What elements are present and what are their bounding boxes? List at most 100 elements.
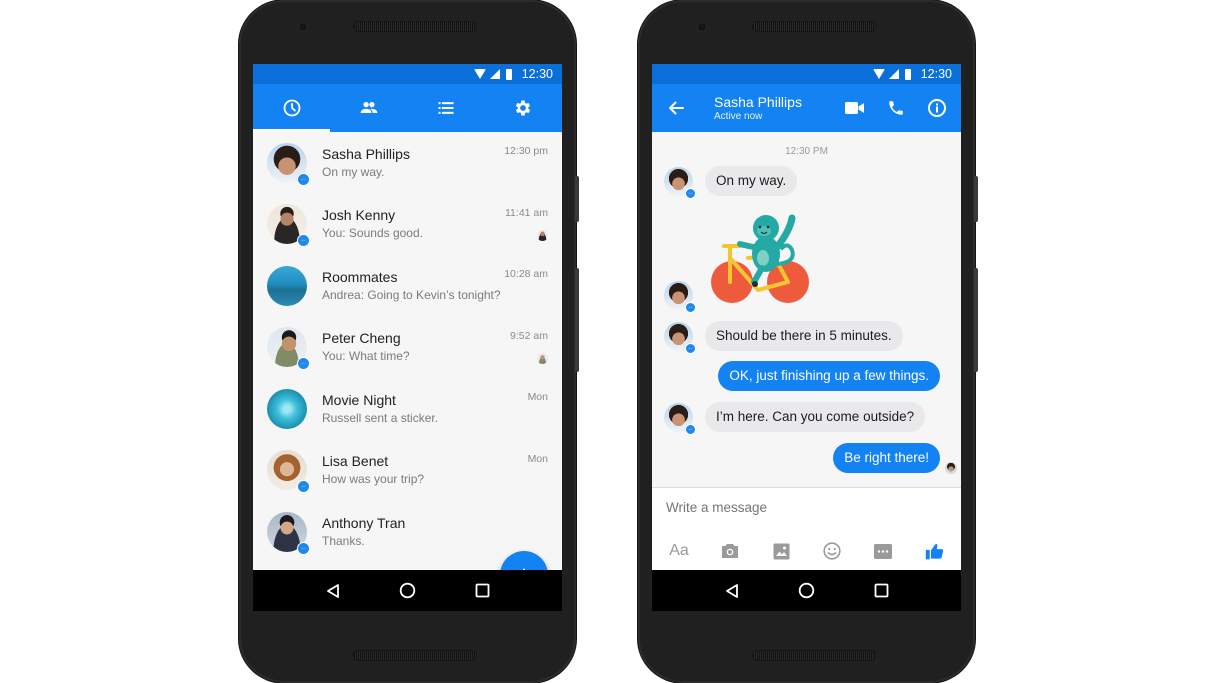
conversation-preview: You: What time?	[322, 349, 410, 364]
status-bar: 12:30	[253, 64, 562, 84]
nav-back-button[interactable]	[722, 581, 742, 601]
conversation-preview: Andrea: Going to Kevin’s tonight?	[322, 287, 501, 302]
seen-avatar	[537, 352, 548, 364]
battery-icon	[904, 68, 911, 80]
avatar	[267, 511, 310, 555]
status-time: 12:30	[920, 67, 952, 81]
voice-call-button[interactable]	[875, 84, 916, 132]
tab-people[interactable]	[330, 84, 407, 132]
video-call-button[interactable]	[834, 84, 875, 132]
sticker-monkey-bicycle[interactable]	[708, 208, 818, 308]
conversation-row[interactable]: Peter Cheng You: What time? 9:52 am	[253, 317, 562, 379]
conversation-row[interactable]: Roommates Andrea: Going to Kevin’s tonig…	[253, 255, 562, 317]
recents-square-icon	[475, 583, 490, 598]
chat-header: Sasha Phillips Active now	[652, 84, 961, 132]
message-input[interactable]	[666, 500, 936, 515]
tab-recent[interactable]	[253, 84, 331, 132]
tab-settings[interactable]	[485, 84, 562, 132]
thumbs-up-icon	[925, 543, 943, 559]
emoji-icon	[823, 542, 841, 560]
phone-icon	[888, 101, 903, 115]
bottom-speaker	[753, 651, 875, 660]
sender-avatar	[664, 403, 696, 435]
message-bubble-incoming[interactable]: Should be there in 5 minutes.	[705, 321, 903, 351]
power-button	[575, 176, 579, 222]
gear-icon	[516, 100, 531, 116]
text-format-button[interactable]: Aa	[666, 538, 692, 564]
more-button[interactable]	[870, 538, 896, 564]
list-icon	[438, 102, 454, 114]
signal-icon	[888, 69, 899, 79]
messenger-badge-icon	[685, 343, 696, 354]
conversation-name: Anthony Tran	[322, 514, 406, 531]
conversation-row[interactable]: Sasha Phillips On my way. 12:30 pm	[253, 132, 562, 194]
message-composer: Aa	[652, 487, 961, 570]
camera-button[interactable]	[717, 538, 743, 564]
messenger-badge-icon	[685, 424, 696, 435]
conversation-row[interactable]: Lisa Benet How was your trip? Mon	[253, 440, 562, 502]
back-button[interactable]	[652, 84, 700, 132]
message-bubble-incoming[interactable]: I’m here. Can you come outside?	[705, 402, 926, 432]
avatar	[267, 388, 307, 429]
wifi-icon	[872, 69, 885, 79]
avatar	[267, 327, 310, 371]
messenger-badge-icon	[297, 234, 310, 248]
messenger-badge-icon	[685, 188, 696, 199]
phone-conversations: 12:30 Sasha Phillips On my way. 12:30 pm…	[239, 0, 579, 683]
tab-groups[interactable]	[408, 84, 485, 132]
message-bubble-outgoing[interactable]: OK, just finishing up a few things.	[718, 361, 940, 391]
nav-home-button[interactable]	[398, 581, 418, 601]
recents-square-icon	[874, 583, 889, 598]
conversation-time: Mon	[527, 391, 548, 403]
android-nav-bar	[652, 570, 961, 611]
avatar	[267, 450, 310, 494]
conversation-row[interactable]: Josh Kenny You: Sounds good. 11:41 am	[253, 194, 562, 256]
conversation-row[interactable]: Movie Night Russell sent a sticker. Mon	[253, 378, 562, 440]
avatar	[267, 204, 310, 248]
message-timestamp: 12:30 PM	[785, 146, 828, 157]
tab-bar	[253, 84, 562, 132]
conversation-preview: How was your trip?	[322, 472, 425, 487]
image-icon	[773, 543, 789, 559]
front-camera	[299, 23, 307, 31]
avatar	[267, 265, 307, 306]
conversation-preview: Russell sent a sticker.	[322, 410, 439, 425]
seen-avatar	[537, 229, 548, 241]
contact-name: Sasha Phillips	[714, 93, 802, 110]
volume-button	[974, 268, 978, 372]
text-format-icon: Aa	[669, 542, 689, 559]
nav-recents-button[interactable]	[473, 581, 493, 601]
messenger-badge-icon	[297, 541, 310, 555]
info-button[interactable]	[916, 84, 957, 132]
conversation-list: Sasha Phillips On my way. 12:30 pm Josh …	[253, 132, 562, 563]
volume-button	[575, 268, 579, 372]
power-button	[974, 176, 978, 222]
nav-recents-button[interactable]	[872, 581, 892, 601]
emoji-button[interactable]	[819, 538, 845, 564]
back-triangle-icon	[725, 583, 738, 598]
messenger-badge-icon	[297, 172, 310, 186]
home-circle-icon	[399, 582, 416, 599]
like-button[interactable]	[921, 538, 947, 564]
arrow-left-icon	[669, 101, 684, 115]
signal-icon	[489, 69, 500, 79]
conversation-time: Mon	[527, 452, 548, 465]
message-bubble-outgoing[interactable]: Be right there!	[833, 443, 940, 473]
conversations-screen: 12:30 Sasha Phillips On my way. 12:30 pm…	[253, 64, 562, 611]
wifi-icon	[473, 69, 486, 79]
earpiece-speaker	[753, 22, 875, 31]
conversation-time: 9:52 am	[510, 329, 548, 342]
bottom-speaker	[354, 651, 476, 660]
nav-home-button[interactable]	[797, 581, 817, 601]
chat-title[interactable]: Sasha Phillips Active now	[714, 94, 834, 123]
sender-avatar	[664, 322, 696, 354]
earpiece-speaker	[354, 22, 476, 31]
nav-back-button[interactable]	[323, 581, 343, 601]
conversation-time: 11:41 am	[505, 206, 548, 219]
gallery-button[interactable]	[768, 538, 794, 564]
message-bubble-incoming[interactable]: On my way.	[705, 166, 798, 196]
conversation-name: Movie Night	[322, 391, 396, 408]
read-receipt-avatar	[945, 462, 957, 474]
sender-avatar	[664, 281, 696, 313]
clock-icon	[283, 99, 301, 117]
